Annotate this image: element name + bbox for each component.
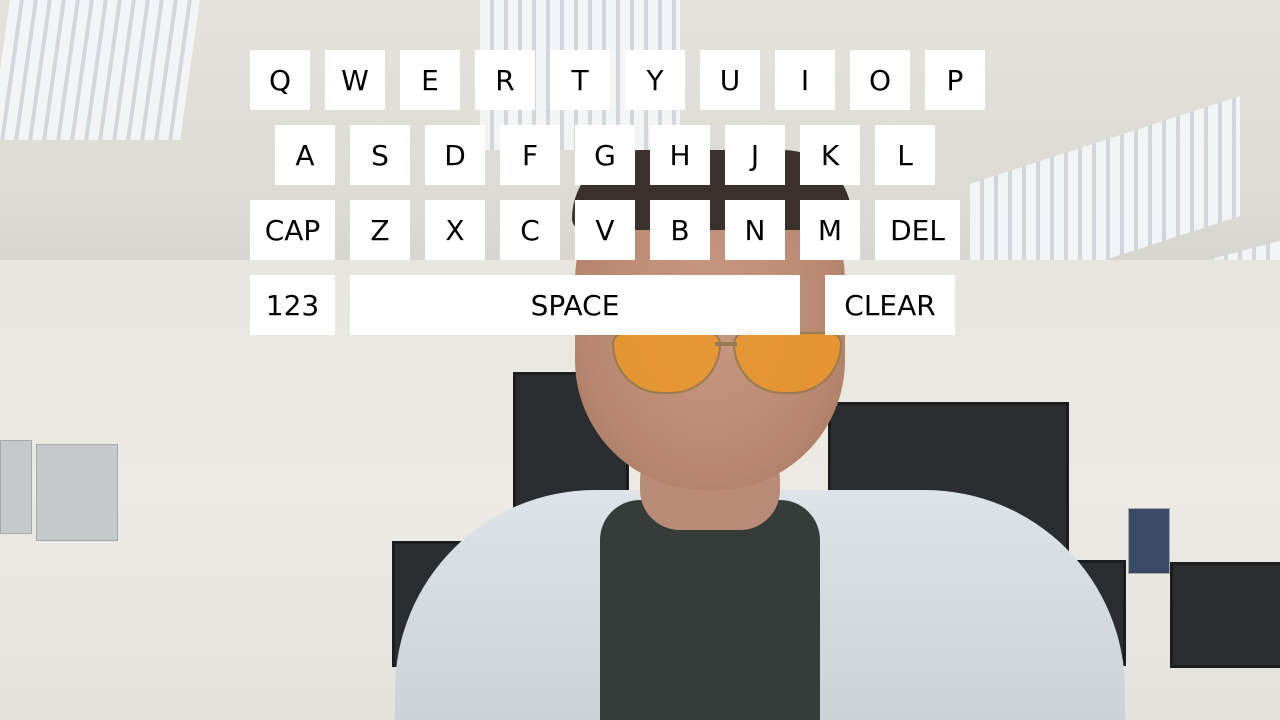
wall-poster: [0, 440, 32, 534]
key-q[interactable]: Q: [250, 50, 310, 110]
key-i[interactable]: I: [775, 50, 835, 110]
key-c[interactable]: C: [500, 200, 560, 260]
space-key[interactable]: SPACE: [350, 275, 800, 335]
clear-key[interactable]: CLEAR: [825, 275, 955, 335]
key-j[interactable]: J: [725, 125, 785, 185]
key-y[interactable]: Y: [625, 50, 685, 110]
key-w[interactable]: W: [325, 50, 385, 110]
key-b[interactable]: B: [650, 200, 710, 260]
key-v[interactable]: V: [575, 200, 635, 260]
key-l[interactable]: L: [875, 125, 935, 185]
key-o[interactable]: O: [850, 50, 910, 110]
delete-key[interactable]: DEL: [875, 200, 960, 260]
key-e[interactable]: E: [400, 50, 460, 110]
key-a[interactable]: A: [275, 125, 335, 185]
wall-poster: [36, 444, 118, 541]
key-x[interactable]: X: [425, 200, 485, 260]
key-n[interactable]: N: [725, 200, 785, 260]
key-s[interactable]: S: [350, 125, 410, 185]
person-shirt: [600, 500, 820, 720]
key-p[interactable]: P: [925, 50, 985, 110]
key-m[interactable]: M: [800, 200, 860, 260]
caps-key[interactable]: CAP: [250, 200, 335, 260]
key-h[interactable]: H: [650, 125, 710, 185]
ceiling-light: [0, 0, 200, 140]
key-g[interactable]: G: [575, 125, 635, 185]
key-f[interactable]: F: [500, 125, 560, 185]
key-d[interactable]: D: [425, 125, 485, 185]
key-u[interactable]: U: [700, 50, 760, 110]
wall-sign: [1128, 508, 1170, 574]
sunglasses-bridge: [715, 342, 737, 346]
numbers-key[interactable]: 123: [250, 275, 335, 335]
key-r[interactable]: R: [475, 50, 535, 110]
key-k[interactable]: K: [800, 125, 860, 185]
key-z[interactable]: Z: [350, 200, 410, 260]
monitor: [1170, 562, 1280, 668]
key-t[interactable]: T: [550, 50, 610, 110]
